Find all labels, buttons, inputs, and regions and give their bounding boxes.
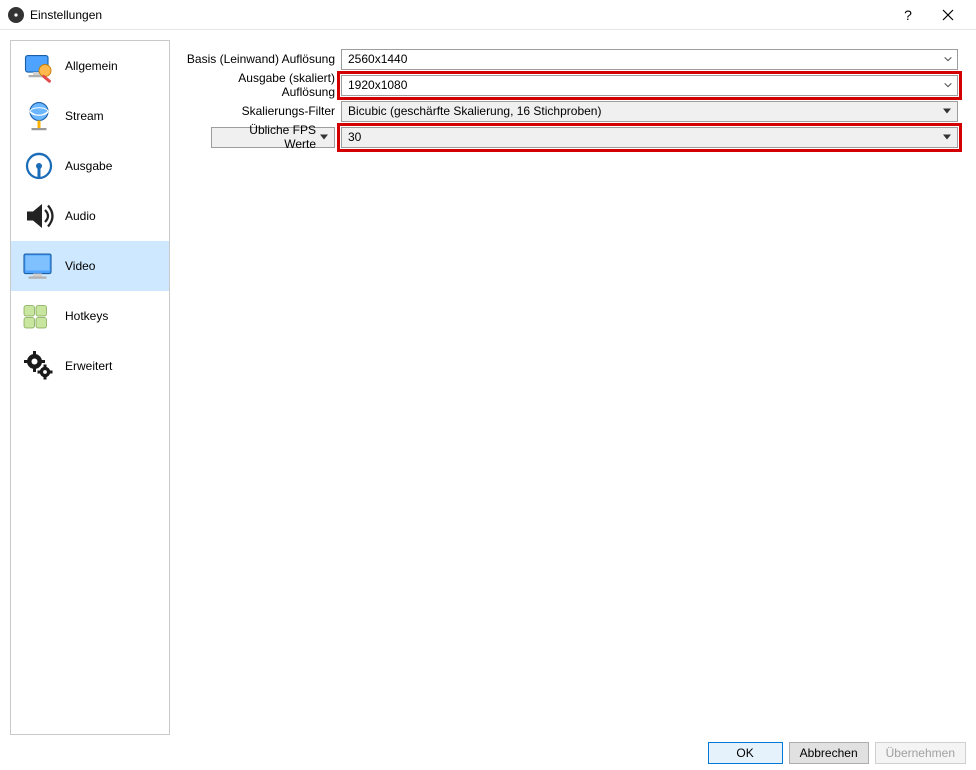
base-resolution-combobox[interactable]: 2560x1440 [341,49,958,70]
fps-mode-value: Übliche FPS Werte [218,123,316,151]
dropdown-caret-icon [320,135,328,140]
settings-sidebar: Allgemein Stream [10,40,170,735]
sidebar-item-label: Ausgabe [65,159,112,173]
general-icon [17,44,61,88]
help-button[interactable]: ? [888,0,928,30]
audio-icon [17,194,61,238]
sidebar-item-hotkeys[interactable]: Hotkeys [11,291,169,341]
output-resolution-combobox[interactable]: 1920x1080 [341,75,958,96]
titlebar: Einstellungen ? [0,0,976,30]
dropdown-caret-icon [943,109,951,114]
obs-app-icon [8,7,24,23]
row-output-resolution: Ausgabe (skaliert) Auflösung 1920x1080 [186,74,958,96]
sidebar-item-label: Stream [65,109,104,123]
ok-button[interactable]: OK [708,742,783,764]
chevron-down-icon [943,80,953,90]
hotkeys-icon [17,294,61,338]
fps-mode-dropdown[interactable]: Übliche FPS Werte [211,127,335,148]
sidebar-item-audio[interactable]: Audio [11,191,169,241]
stream-icon [17,94,61,138]
cancel-button-label: Abbrechen [800,746,858,760]
row-base-resolution: Basis (Leinwand) Auflösung 2560x1440 [186,48,958,70]
sidebar-item-output[interactable]: Ausgabe [11,141,169,191]
base-resolution-value: 2560x1440 [348,52,407,66]
output-resolution-value: 1920x1080 [348,78,407,92]
dropdown-caret-icon [943,135,951,140]
row-scale-filter: Skalierungs-Filter Bicubic (geschärfte S… [186,100,958,122]
close-button[interactable] [928,0,968,30]
sidebar-item-label: Audio [65,209,96,223]
sidebar-item-label: Video [65,259,95,273]
video-icon [17,244,61,288]
chevron-down-icon [943,54,953,64]
sidebar-item-label: Erweitert [65,359,112,373]
apply-button[interactable]: Übernehmen [875,742,966,764]
apply-button-label: Übernehmen [886,746,955,760]
video-settings-form: Basis (Leinwand) Auflösung 2560x1440 Aus… [170,40,966,730]
fps-value: 30 [348,130,361,144]
cancel-button[interactable]: Abbrechen [789,742,869,764]
fps-value-dropdown[interactable]: 30 [341,127,958,148]
advanced-icon [17,344,61,388]
scale-filter-label: Skalierungs-Filter [186,104,341,118]
scale-filter-value: Bicubic (geschärfte Skalierung, 16 Stich… [348,104,601,118]
sidebar-item-advanced[interactable]: Erweitert [11,341,169,391]
sidebar-item-label: Hotkeys [65,309,108,323]
sidebar-item-stream[interactable]: Stream [11,91,169,141]
base-resolution-label: Basis (Leinwand) Auflösung [186,52,341,66]
dialog-button-bar: OK Abbrechen Übernehmen [708,742,966,764]
scale-filter-dropdown[interactable]: Bicubic (geschärfte Skalierung, 16 Stich… [341,101,958,122]
sidebar-item-label: Allgemein [65,59,118,73]
output-resolution-label: Ausgabe (skaliert) Auflösung [186,71,341,99]
output-icon [17,144,61,188]
window-title: Einstellungen [30,8,102,22]
row-fps: Übliche FPS Werte 30 [186,126,958,148]
ok-button-label: OK [736,746,753,760]
sidebar-item-video[interactable]: Video [11,241,169,291]
content-area: Allgemein Stream [0,30,976,730]
sidebar-item-general[interactable]: Allgemein [11,41,169,91]
